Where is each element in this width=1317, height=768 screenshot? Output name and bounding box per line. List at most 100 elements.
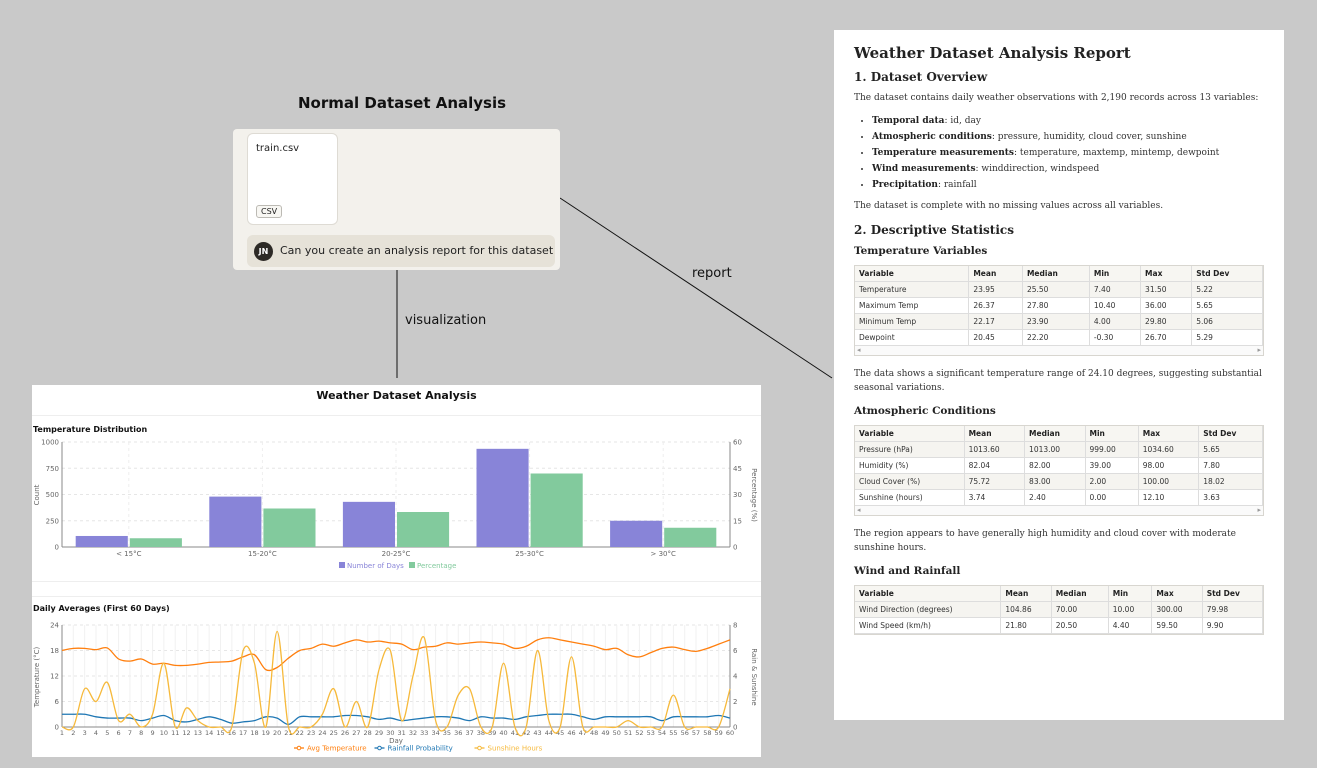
- table-cell: 4.00: [1089, 313, 1142, 330]
- table-row: Wind Direction (degrees) 104.86 70.00 10.00…: [855, 601, 1264, 618]
- table-cell: 5.65: [1191, 297, 1263, 314]
- table-cell: 10.40: [1089, 297, 1142, 314]
- daily-averages-title: Daily Averages (First 60 Days): [33, 604, 170, 613]
- column-header: Min: [1085, 426, 1139, 442]
- divider: [32, 581, 761, 582]
- table-cell: 5.29: [1191, 329, 1263, 346]
- daily-averages-chart: 06121824024681 2 3 4 5 6 7 8 9 10 11 12 13 14 15 16 17 18…: [33, 622, 758, 753]
- x-tick-label: 36: [454, 729, 462, 737]
- file-attachment-card[interactable]: train.csv CSV: [247, 133, 338, 225]
- y2-tick-label: 6: [733, 647, 738, 655]
- column-header: Median: [1051, 586, 1109, 602]
- variable-group-item: Wind measurements: winddirection, windsp…: [872, 164, 1264, 174]
- bar-number-of-days: [342, 501, 395, 547]
- table-cell: 18.02: [1198, 473, 1263, 490]
- table-cell: 104.86: [1000, 601, 1052, 618]
- table-cell: Temperature: [855, 281, 970, 298]
- chat-upload-panel: train.csv CSV JN Can you create an analy…: [233, 129, 560, 270]
- x-tick-label: 11: [171, 729, 179, 737]
- x-tick-label: 57: [692, 729, 700, 737]
- variable-group-item: Precipitation: rainfall: [872, 180, 1264, 190]
- column-header: Std Dev: [1191, 266, 1263, 282]
- divider: [32, 415, 761, 416]
- table-row: Cloud Cover (%) 75.72 83.00 2.00 100.00 18.02: [855, 473, 1263, 490]
- x-tick-label: 40: [499, 729, 507, 737]
- table-cell: Minimum Temp: [855, 313, 970, 330]
- y2-tick-label: 0: [733, 544, 737, 552]
- variable-group-text: : rainfall: [937, 179, 977, 190]
- x-tick-label: 19: [262, 729, 270, 737]
- table-row: Dewpoint 20.45 22.20 -0.30 26.70 5.29: [855, 329, 1263, 346]
- section-heading-statistics: 2. Descriptive Statistics: [854, 223, 1014, 237]
- x-tick-label: 54: [658, 729, 666, 737]
- temperature-distribution-chart: 0 250 500 750 1000 0 15 30 45 60 Count Percentage (…: [33, 439, 758, 571]
- column-header: Median: [1024, 426, 1086, 442]
- table-cell: 82.00: [1024, 457, 1086, 474]
- y2-tick-label: 2: [733, 698, 737, 706]
- table-cell: 79.98: [1202, 601, 1264, 618]
- x-tick-label: 18: [250, 729, 258, 737]
- x-tick-label: 53: [647, 729, 655, 737]
- x-tick-label: 15: [216, 729, 224, 737]
- column-header: Mean: [964, 426, 1026, 442]
- table-cell: 31.50: [1140, 281, 1193, 298]
- y-tick-label: 250: [46, 517, 59, 525]
- y-tick-label: 12: [50, 673, 59, 681]
- sunshine-hours-line: [61, 630, 731, 737]
- horizontal-scrollbar[interactable]: ◂ ▸: [855, 346, 1263, 355]
- x-tick-label: 37: [465, 729, 473, 737]
- legend-label: Number of Days: [347, 562, 404, 570]
- table-cell: 21.80: [1000, 617, 1052, 634]
- table-cell: 27.80: [1022, 297, 1090, 314]
- y2-tick-label: 30: [733, 491, 742, 499]
- x-tick-label: 3: [83, 729, 87, 737]
- atmospheric-note: The region appears to have generally hig…: [854, 529, 1236, 553]
- x-tick-label: 1: [60, 729, 64, 737]
- column-header: Min: [1089, 266, 1142, 282]
- table-cell: 23.95: [968, 281, 1023, 298]
- x-tick-label: 33: [420, 729, 428, 737]
- x-tick-label: 60: [726, 729, 734, 737]
- analysis-report: Weather Dataset Analysis Report 1. Datas…: [834, 30, 1284, 720]
- horizontal-scrollbar[interactable]: ◂ ▸: [855, 506, 1263, 515]
- table-row: Maximum Temp 26.37 27.80 10.40 36.00 5.65: [855, 297, 1263, 314]
- column-header: Max: [1140, 266, 1193, 282]
- bar-number-of-days: [476, 448, 529, 547]
- table-cell: Pressure (hPa): [855, 441, 965, 458]
- variable-group-label: Atmospheric conditions: [872, 131, 992, 142]
- table-cell: 12.10: [1138, 489, 1200, 506]
- report-label: report: [692, 266, 732, 281]
- table-cell: 300.00: [1151, 601, 1203, 618]
- legend-marker: [296, 745, 302, 751]
- table-cell: Sunshine (hours): [855, 489, 965, 506]
- user-message: JN Can you create an analysis report for…: [247, 235, 555, 267]
- table-cell: 20.45: [968, 329, 1023, 346]
- table-cell: 1013.00: [1024, 441, 1086, 458]
- user-avatar: JN: [254, 242, 273, 261]
- table-cell: 75.72: [964, 473, 1026, 490]
- legend-label: Percentage: [417, 562, 456, 570]
- table-row: Temperature 23.95 25.50 7.40 31.50 5.22: [855, 281, 1263, 298]
- overview-outro: The dataset is complete with no missing …: [854, 200, 1164, 211]
- column-header: Variable: [855, 266, 970, 282]
- x-tick-label: 34: [431, 729, 439, 737]
- x-tick-label: 58: [703, 729, 711, 737]
- variable-group-text: : temperature, maxtemp, mintemp, dewpoin…: [1013, 147, 1220, 158]
- column-header: Variable: [855, 426, 965, 442]
- bar-percentage: [664, 527, 717, 547]
- wind-stats-table: Variable Mean Median Min Max Std Dev Wind Dire…: [855, 586, 1264, 634]
- visualization-label: visualization: [405, 313, 487, 328]
- table-cell: 22.17: [968, 313, 1023, 330]
- x-tick-label: 8: [139, 729, 143, 737]
- table-cell: 999.00: [1085, 441, 1139, 458]
- table-cell: 5.65: [1198, 441, 1263, 458]
- legend-swatch: [409, 562, 415, 568]
- column-header: Variable: [855, 586, 1002, 602]
- report-connector: [559, 197, 833, 379]
- variable-group-item: Temperature measurements: temperature, m…: [872, 148, 1264, 158]
- x-tick-label: 7: [128, 729, 132, 737]
- table-cell: 59.50: [1151, 617, 1203, 634]
- x-tick-label: 2: [71, 729, 75, 737]
- table-row: Wind Speed (km/h) 21.80 20.50 4.40 59.50 9.90: [855, 617, 1264, 634]
- bar-percentage: [530, 473, 583, 547]
